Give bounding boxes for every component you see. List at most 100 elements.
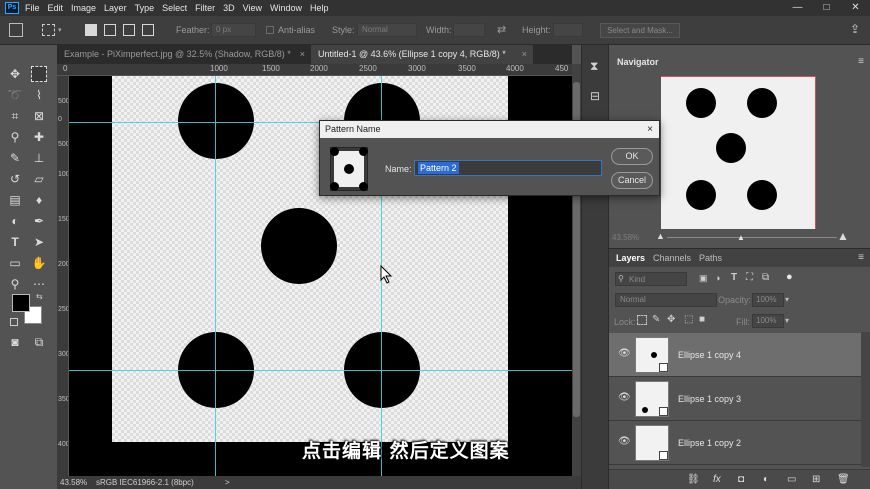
add-selection-icon[interactable] — [104, 24, 116, 36]
zoom-slider-thumb[interactable]: ▲ — [737, 233, 745, 242]
lasso-tool-icon[interactable]: ➰ — [7, 87, 23, 103]
eye-icon[interactable]: 👁 — [618, 392, 631, 403]
lock-position-icon[interactable]: ✥ — [667, 314, 675, 325]
menu-help[interactable]: Help — [310, 3, 329, 13]
new-group-icon[interactable]: ▭ — [787, 474, 796, 485]
filter-toggle-icon[interactable]: ● — [786, 271, 793, 283]
close-icon[interactable]: × — [647, 121, 653, 138]
lock-artboard-icon[interactable]: ⬚ — [684, 314, 693, 325]
opacity-input[interactable]: 100% — [752, 293, 784, 307]
adjustment-layer-icon[interactable]: ◐ — [763, 474, 769, 485]
menu-filter[interactable]: Filter — [195, 3, 215, 13]
layer-name[interactable]: Ellipse 1 copy 2 — [678, 438, 741, 448]
lock-transparent-icon[interactable] — [637, 315, 647, 325]
select-and-mask-button[interactable]: Select and Mask... — [600, 23, 680, 38]
path-select-tool-icon[interactable]: ➤ — [31, 234, 47, 250]
frame-tool-icon[interactable]: ⊠ — [31, 108, 47, 124]
type-filter-icon[interactable]: T — [731, 272, 737, 283]
zoom-in-icon[interactable]: ▲ — [837, 229, 849, 243]
clone-stamp-icon[interactable]: ⊥ — [31, 150, 47, 166]
style-select[interactable]: Normal — [357, 23, 417, 37]
rectangle-tool-icon[interactable]: ▭ — [7, 255, 23, 271]
link-layers-icon[interactable]: ⛓ — [687, 474, 700, 485]
menu-layer[interactable]: Layer — [104, 3, 127, 13]
subtract-selection-icon[interactable] — [123, 24, 135, 36]
menu-file[interactable]: File — [25, 3, 40, 13]
layers-scrollbar[interactable] — [861, 332, 870, 467]
panel-menu-icon[interactable]: ≡ — [858, 56, 864, 67]
default-colors-icon[interactable] — [10, 318, 18, 326]
adjustment-filter-icon[interactable]: ◑ — [715, 273, 720, 283]
tab-channels[interactable]: Channels — [653, 253, 691, 263]
smart-object-filter-icon[interactable]: ⧉ — [762, 272, 769, 283]
blur-tool-icon[interactable]: ♦ — [31, 192, 47, 208]
brush-tool-icon[interactable]: ✎ — [7, 150, 23, 166]
pen-tool-icon[interactable]: ✒ — [31, 213, 47, 229]
swap-icon[interactable]: ⇄ — [497, 23, 506, 36]
layer-row[interactable]: 👁 Ellipse 1 copy 3 — [609, 377, 861, 421]
guide-line[interactable] — [215, 76, 216, 476]
navigator-preview[interactable] — [661, 76, 816, 229]
tab-layers[interactable]: Layers — [616, 253, 645, 263]
eye-icon[interactable]: 👁 — [618, 348, 631, 359]
more-tools-icon[interactable]: ⋯ — [31, 276, 47, 292]
image-filter-icon[interactable]: ▣ — [699, 273, 708, 284]
pattern-name-input[interactable]: Pattern 2 — [414, 160, 602, 176]
filter-kind-select[interactable]: ⚲ Kind — [615, 272, 687, 286]
minimize-button[interactable]: — — [783, 0, 812, 16]
cancel-button[interactable]: Cancel — [611, 172, 653, 189]
chevron-down-icon[interactable]: ▾ — [785, 314, 795, 328]
new-layer-icon[interactable]: ⊞ — [812, 474, 820, 485]
home-icon[interactable] — [9, 23, 23, 37]
shape-filter-icon[interactable]: ⛶ — [746, 272, 753, 283]
menu-view[interactable]: View — [243, 3, 262, 13]
feather-input[interactable]: 0 px — [211, 23, 256, 37]
eyedropper-tool-icon[interactable]: ⚲ — [7, 129, 23, 145]
move-tool-icon[interactable]: ✥ — [7, 66, 23, 82]
guide-line[interactable] — [69, 370, 572, 371]
layer-row[interactable]: 👁 Ellipse 1 copy 2 — [609, 421, 861, 465]
lock-all-icon[interactable]: ■ — [699, 314, 705, 325]
anti-alias-checkbox[interactable] — [266, 26, 274, 34]
menu-type[interactable]: Type — [135, 3, 155, 13]
trash-icon[interactable]: 🗑 — [837, 474, 850, 485]
history-panel-icon[interactable]: ⧗ — [590, 59, 598, 74]
marquee-preset-icon[interactable] — [42, 24, 55, 36]
zoom-slider[interactable] — [667, 237, 837, 238]
menu-image[interactable]: Image — [71, 3, 96, 13]
intersect-selection-icon[interactable] — [142, 24, 154, 36]
properties-panel-icon[interactable]: ⊟ — [590, 89, 600, 103]
tab-untitled[interactable]: Untitled-1 @ 43.6% (Ellipse 1 copy 4, RG… — [311, 45, 533, 64]
width-input[interactable] — [453, 23, 485, 37]
menu-window[interactable]: Window — [270, 3, 302, 13]
menu-3d[interactable]: 3D — [223, 3, 235, 13]
quick-select-tool-icon[interactable]: ⌇ — [31, 87, 47, 103]
quick-mask-icon[interactable]: ◙ — [7, 334, 23, 350]
foreground-color-top[interactable] — [12, 294, 30, 312]
ellipse-shape[interactable] — [178, 83, 254, 159]
maximize-button[interactable]: □ — [812, 0, 841, 16]
dodge-tool-icon[interactable]: ◐ — [7, 213, 23, 229]
status-arrow[interactable]: > — [225, 476, 230, 489]
new-selection-icon[interactable] — [85, 24, 97, 36]
close-window-button[interactable]: ✕ — [841, 0, 870, 16]
layer-name[interactable]: Ellipse 1 copy 4 — [678, 350, 741, 360]
zoom-tool-icon[interactable]: ⚲ — [7, 276, 23, 292]
menu-select[interactable]: Select — [162, 3, 187, 13]
layer-name[interactable]: Ellipse 1 copy 3 — [678, 394, 741, 404]
tab-paths[interactable]: Paths — [699, 253, 722, 263]
marquee-tool-icon[interactable] — [31, 66, 47, 82]
panel-menu-icon[interactable]: ≡ — [858, 252, 864, 263]
zoom-level[interactable]: 43.58% — [60, 476, 87, 489]
hand-tool-icon[interactable]: ✋ — [31, 255, 47, 271]
crop-tool-icon[interactable]: ⌗ — [7, 108, 23, 124]
eye-icon[interactable]: 👁 — [618, 436, 631, 447]
type-tool-icon[interactable]: T — [7, 234, 23, 250]
fx-icon[interactable]: fx — [713, 474, 721, 485]
layer-row[interactable]: 👁 Ellipse 1 copy 4 — [609, 333, 861, 377]
lock-image-icon[interactable]: ✎ — [652, 314, 660, 325]
gradient-tool-icon[interactable]: ▤ — [7, 192, 23, 208]
screen-mode-icon[interactable]: ⧉ — [31, 334, 47, 350]
close-icon[interactable]: × — [300, 45, 305, 64]
close-icon[interactable]: × — [522, 45, 527, 64]
